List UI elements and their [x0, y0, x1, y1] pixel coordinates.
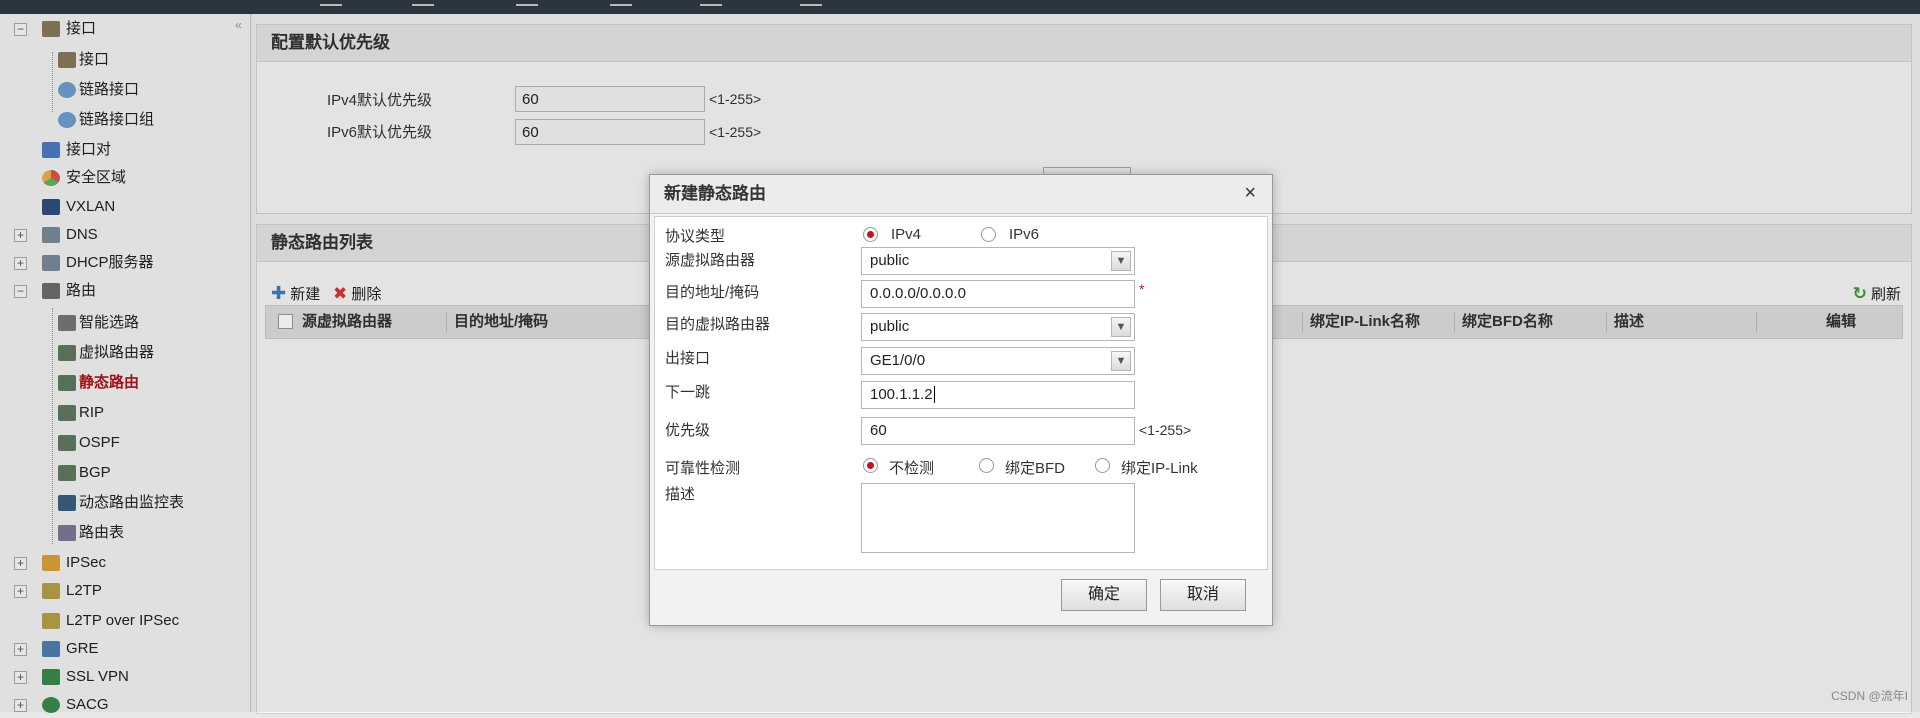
protocol-ipv4-label[interactable]: IPv4 [891, 226, 921, 243]
reliability-none-radio[interactable] [863, 458, 878, 473]
protocol-ipv4-radio[interactable] [863, 227, 878, 242]
next-hop-input[interactable]: 100.1.1.2 [861, 381, 1135, 409]
protocol-ipv6-radio[interactable] [981, 227, 996, 242]
close-icon[interactable]: × [1244, 182, 1256, 205]
priority-input[interactable]: 60 [861, 417, 1135, 445]
next-hop-label: 下一跳 [665, 384, 711, 401]
dialog-title: 新建静态路由 [650, 175, 1272, 214]
required-mark: * [1139, 281, 1145, 297]
reliability-bfd-radio[interactable] [979, 458, 994, 473]
protocol-label: 协议类型 [665, 228, 726, 245]
destination-label: 目的地址/掩码 [665, 284, 760, 301]
reliability-label: 可靠性检测 [665, 460, 741, 477]
src-vr-select[interactable]: public ▼ [861, 247, 1135, 275]
new-static-route-dialog: 新建静态路由 × 协议类型 IPv4 IPv6 源虚拟路由器 public ▼ … [649, 174, 1273, 626]
priority-range-hint: <1-255> [1139, 422, 1192, 438]
text-cursor [933, 386, 935, 403]
src-vr-label: 源虚拟路由器 [665, 252, 756, 269]
protocol-ipv6-label[interactable]: IPv6 [1009, 226, 1039, 243]
reliability-iplink-label[interactable]: 绑定IP-Link [1121, 457, 1198, 478]
dest-vr-label: 目的虚拟路由器 [665, 316, 771, 333]
ok-button[interactable]: 确定 [1061, 579, 1147, 611]
out-interface-select[interactable]: GE1/0/0 ▼ [861, 347, 1135, 375]
chevron-down-icon[interactable]: ▼ [1111, 351, 1131, 371]
dest-vr-select[interactable]: public ▼ [861, 313, 1135, 341]
dialog-body: 协议类型 IPv4 IPv6 源虚拟路由器 public ▼ 目的地址/掩码 0… [654, 216, 1268, 570]
chevron-down-icon[interactable]: ▼ [1111, 317, 1131, 337]
reliability-iplink-radio[interactable] [1095, 458, 1110, 473]
cancel-button[interactable]: 取消 [1160, 579, 1246, 611]
destination-input[interactable]: 0.0.0.0/0.0.0.0 [861, 280, 1135, 308]
chevron-down-icon[interactable]: ▼ [1111, 251, 1131, 271]
watermark: CSDN @流年I [1831, 689, 1908, 703]
description-label: 描述 [665, 486, 696, 503]
reliability-none-label[interactable]: 不检测 [889, 457, 934, 478]
description-textarea[interactable] [861, 483, 1135, 553]
out-interface-label: 出接口 [665, 350, 711, 367]
priority-label: 优先级 [665, 422, 711, 439]
reliability-bfd-label[interactable]: 绑定BFD [1005, 457, 1065, 478]
